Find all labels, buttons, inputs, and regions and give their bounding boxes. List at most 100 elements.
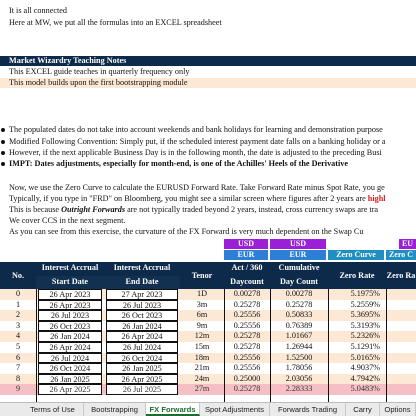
col-header-zero-rate-partial[interactable]: Zero Ra <box>386 262 416 289</box>
cell-start[interactable]: 26 Apr 2023 <box>38 289 102 300</box>
cell-end[interactable]: 26 Apr 2024 <box>106 331 178 342</box>
cell-no[interactable]: 0 <box>0 289 36 300</box>
cell-tenor[interactable]: 24m <box>180 374 224 385</box>
table-row[interactable]: 6 26 Jul 2024 26 Oct 2024 18m 0.25556 1.52500… <box>0 352 416 364</box>
cell-dc[interactable]: 0.00278 <box>224 289 270 300</box>
cell-dc[interactable]: 0.25278 <box>224 331 270 342</box>
cell-end[interactable]: 26 Oct 2023 <box>106 310 178 321</box>
col-header-start-date[interactable]: Start Date <box>36 276 104 289</box>
table-row[interactable]: 9 26 Apr 2025 26 Jul 2025 27m 0.25278 2.28333… <box>0 384 416 395</box>
cell-end[interactable]: 26 Jul 2024 <box>106 342 178 353</box>
sheet-tab[interactable]: Options <box>380 403 416 416</box>
table-row[interactable]: 7 26 Oct 2024 26 Jan 2025 21m 0.25556 1.78056… <box>0 363 416 374</box>
cell-zero[interactable]: 5.3695% <box>328 310 386 321</box>
cell-zero[interactable]: 5.0483% <box>328 384 386 395</box>
cell-tenor[interactable]: 27m <box>180 384 224 395</box>
cell-zero[interactable]: 5.1291% <box>328 342 386 353</box>
cell-tenor[interactable]: 15m <box>180 342 224 353</box>
cell-cum[interactable]: 2.28333 <box>270 384 328 395</box>
cell-cum[interactable]: 1.01667 <box>270 331 328 342</box>
cell-dc[interactable]: 0.25556 <box>224 353 270 364</box>
sheet-tab[interactable]: FX Forwards <box>146 403 200 416</box>
cell-start[interactable]: 26 Oct 2023 <box>38 320 102 332</box>
col-header-tenor[interactable]: Tenor <box>180 262 224 289</box>
col-header-act360-1[interactable]: Act / 360 <box>224 262 270 276</box>
cell-start[interactable]: 26 Oct 2024 <box>38 363 102 374</box>
cell-end[interactable]: 27 Apr 2023 <box>106 289 178 300</box>
cell-tenor[interactable]: 9m <box>180 321 224 332</box>
cell-tenor[interactable]: 12m <box>180 331 224 342</box>
cell-no[interactable]: 3 <box>0 321 36 332</box>
cell-no[interactable]: 4 <box>0 331 36 342</box>
cell-start[interactable]: 26 Apr 2025 <box>38 384 102 395</box>
col-header-daycount[interactable]: Daycount <box>224 276 270 289</box>
sheet-tab[interactable]: Terms of Use <box>22 403 84 416</box>
eur-header-partial[interactable]: EU <box>399 239 416 249</box>
col-header-accrual-end-1[interactable]: Interest Accrual <box>104 262 180 276</box>
cell-tenor[interactable]: 21m <box>180 363 224 374</box>
cell-end[interactable]: 26 Apr 2025 <box>106 373 178 385</box>
sheet-tab[interactable]: Bootstrapping <box>84 403 146 416</box>
col-header-zero-rate[interactable]: Zero Rate <box>328 262 386 289</box>
col-header-cumulative-1[interactable]: Cumulative <box>270 262 328 276</box>
cell-start[interactable]: 26 Jan 2025 <box>38 373 102 385</box>
cell-zero[interactable]: 4.7942% <box>328 374 386 385</box>
table-row[interactable]: 2 26 Jul 2023 26 Oct 2023 6m 0.25556 0.50833 5… <box>0 310 416 321</box>
cell-tenor[interactable]: 6m <box>180 310 224 321</box>
cell-no[interactable]: 2 <box>0 310 36 321</box>
cell-tenor[interactable]: 3m <box>180 300 224 311</box>
cell-end[interactable]: 26 Jan 2025 <box>106 363 178 374</box>
cell-zero[interactable]: 5.1975% <box>328 289 386 300</box>
table-row[interactable]: 5 26 Apr 2024 26 Jul 2024 15m 0.25278 1.26944… <box>0 342 416 353</box>
spreadsheet-grid[interactable]: It is all connected Here at MW, we put a… <box>0 0 416 402</box>
cell-end[interactable]: 26 Oct 2024 <box>106 352 178 364</box>
table-row[interactable]: 4 26 Jan 2024 26 Apr 2024 12m 0.25278 1.01667… <box>0 331 416 342</box>
cell-cum[interactable]: 0.76389 <box>270 321 328 332</box>
cell-tenor[interactable]: 1D <box>180 289 224 300</box>
table-row[interactable]: 1 26 Apr 2023 26 Jul 2023 3m 0.25278 0.25278 5… <box>0 299 416 311</box>
cell-dc[interactable]: 0.25278 <box>224 300 270 311</box>
table-row[interactable]: 0 26 Apr 2023 27 Apr 2023 1D 0.00278 0.00278 5… <box>0 289 416 300</box>
cell-zero[interactable]: 5.2559% <box>328 300 386 311</box>
cell-cum[interactable]: 2.03056 <box>270 374 328 385</box>
eur-header-2[interactable]: EUR <box>270 250 326 260</box>
cell-dc[interactable]: 0.25556 <box>224 321 270 332</box>
cell-dc[interactable]: 0.25000 <box>224 374 270 385</box>
cell-no[interactable]: 6 <box>0 353 36 364</box>
usd-header-1[interactable]: USD <box>224 239 268 249</box>
cell-tenor[interactable]: 18m <box>180 353 224 364</box>
cell-no[interactable]: 7 <box>0 363 36 374</box>
col-header-no[interactable]: No. <box>0 262 36 289</box>
cell-cum[interactable]: 0.00278 <box>270 289 328 300</box>
cell-start[interactable]: 26 Jan 2024 <box>38 331 102 342</box>
eur-header-1[interactable]: EUR <box>224 250 268 260</box>
cell-zero[interactable]: 5.2326% <box>328 331 386 342</box>
zero-curve-header-partial[interactable]: Zero C <box>386 250 416 260</box>
cell-start[interactable]: 26 Jul 2023 <box>38 310 102 321</box>
cell-dc[interactable]: 0.25278 <box>224 342 270 353</box>
cell-start[interactable]: 26 Jul 2024 <box>38 352 102 364</box>
sheet-tab[interactable]: Spot Adjustments <box>200 403 270 416</box>
cell-cum[interactable]: 1.26944 <box>270 342 328 353</box>
cell-zero[interactable]: 5.0165% <box>328 353 386 364</box>
cell-dc[interactable]: 0.25278 <box>224 384 270 395</box>
cell-end[interactable]: 26 Jul 2023 <box>106 299 178 311</box>
cell-no[interactable]: 8 <box>0 374 36 385</box>
cell-dc[interactable]: 0.25556 <box>224 363 270 374</box>
col-header-cumulative-daycount[interactable]: Day Count <box>270 276 328 289</box>
cell-cum[interactable]: 0.50833 <box>270 310 328 321</box>
sheet-tab[interactable]: Forwards Trading <box>270 403 346 416</box>
table-row[interactable]: 3 26 Oct 2023 26 Jan 2024 9m 0.25556 0.76389 5… <box>0 320 416 332</box>
cell-cum[interactable]: 1.78056 <box>270 363 328 374</box>
sheet-tab[interactable]: Carry <box>346 403 380 416</box>
cell-no[interactable]: 9 <box>0 384 36 395</box>
cell-no[interactable]: 5 <box>0 342 36 353</box>
cell-end[interactable]: 26 Jan 2024 <box>106 320 178 332</box>
cell-start[interactable]: 26 Apr 2024 <box>38 342 102 353</box>
cell-zero[interactable]: 4.9037% <box>328 363 386 374</box>
cell-no[interactable]: 1 <box>0 300 36 311</box>
zero-curve-header[interactable]: Zero Curve <box>328 250 384 260</box>
cell-end[interactable]: 26 Jul 2025 <box>106 384 178 395</box>
cell-dc[interactable]: 0.25556 <box>224 310 270 321</box>
table-row[interactable]: 8 26 Jan 2025 26 Apr 2025 24m 0.25000 2.03056… <box>0 373 416 385</box>
